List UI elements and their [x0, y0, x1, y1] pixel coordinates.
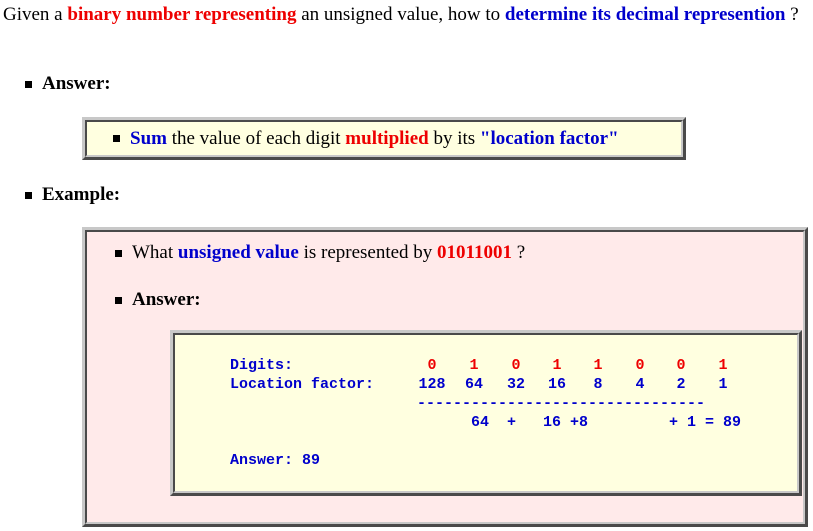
digit-1: 1 [469, 357, 479, 374]
bullet-square-icon [115, 249, 122, 257]
answer-text-2: by its [428, 127, 480, 149]
question-text-3: ? [512, 242, 526, 263]
digits-label: Digits: [230, 357, 294, 374]
location-factor-3: 16 [547, 376, 566, 393]
intro-highlight-decimal: determine its decimal represention [504, 4, 786, 25]
question-text: What unsigned value is represented by 01… [132, 242, 525, 264]
location-factor-5: 4 [635, 376, 645, 393]
bullet-square-icon [113, 135, 120, 142]
example-answer-heading-line: Answer: [115, 289, 201, 311]
digit-0: 0 [427, 357, 437, 374]
example-heading-line: Example: [25, 184, 120, 206]
calculation-box-inner: Digits: Location factor: ---------------… [173, 333, 799, 493]
answer-box-inner: Sum the value of each digit multiplied b… [85, 120, 683, 157]
answer-highlight-multiplied: multiplied [345, 127, 429, 149]
location-factor-0: 128 [418, 376, 446, 393]
sum-line: 64 + 16 +8 + 1 = 89 [471, 414, 742, 431]
intro-highlight-binary: binary number representing [67, 4, 297, 25]
intro-text-1: Given a [3, 4, 68, 25]
sum-rule: -------------------------------- [417, 395, 706, 412]
bullet-square-icon [25, 191, 32, 199]
location-factor-6: 2 [676, 376, 686, 393]
answer-box: Sum the value of each digit multiplied b… [82, 117, 686, 160]
bullet-square-icon [25, 80, 32, 88]
answer-heading-line: Answer: [25, 73, 111, 95]
final-answer: Answer: 89 [230, 452, 321, 469]
question-highlight-unsigned: unsigned value [177, 242, 299, 263]
location-factor-1: 64 [464, 376, 483, 393]
question-text-2: is represented by [298, 242, 438, 263]
answer-highlight-location-factor: "location factor" [479, 127, 619, 149]
question-text-1: What [132, 242, 178, 263]
answer-heading: Answer: [42, 73, 111, 94]
bullet-square-icon [115, 296, 122, 304]
digit-2: 0 [511, 357, 521, 374]
answer-text-1: the value of each digit [166, 127, 346, 149]
question-highlight-binary: 01011001 [437, 242, 512, 263]
answer-box-text: Sum the value of each digit multiplied b… [130, 128, 619, 150]
intro-text-3: ? [785, 4, 799, 25]
calculation-box: Digits: Location factor: ---------------… [170, 330, 802, 496]
question-line: What unsigned value is represented by 01… [115, 242, 525, 264]
digit-5: 0 [635, 357, 645, 374]
example-answer-heading: Answer: [132, 289, 201, 310]
location-factor-2: 32 [506, 376, 525, 393]
digit-6: 0 [676, 357, 686, 374]
answer-highlight-sum: Sum [130, 127, 167, 149]
digit-7: 1 [718, 357, 728, 374]
location-factor-4: 8 [593, 376, 603, 393]
location-factor-7: 1 [718, 376, 728, 393]
example-heading: Example: [42, 184, 121, 205]
intro-paragraph: Given a binary number representing an un… [3, 2, 808, 28]
digit-3: 1 [552, 357, 562, 374]
digit-4: 1 [593, 357, 603, 374]
intro-text-2: an unsigned value, how to [296, 4, 505, 25]
location-factor-label: Location factor: [230, 376, 375, 393]
